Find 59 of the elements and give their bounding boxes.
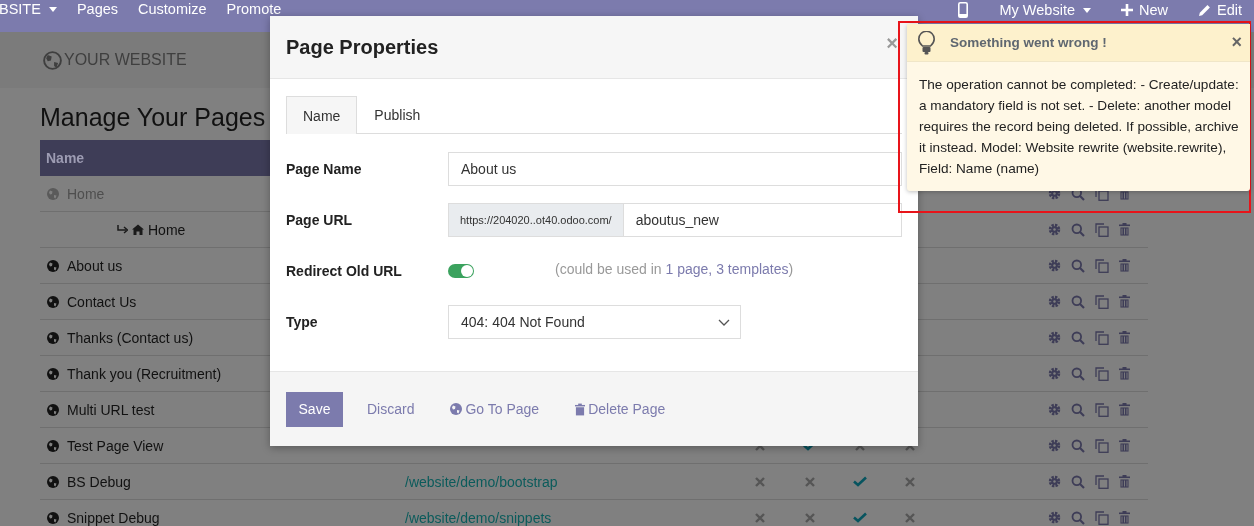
error-message: The operation cannot be completed: - Create/update: a mandatory field is not set. - Delete: another model requires the record being deleted. If possible, archive it instead. Model: Website rewrite (website.rewrite), Field: Name (name) bbox=[918, 76, 1240, 178]
field-label: Page Name bbox=[286, 161, 363, 177]
page-name[interactable]: Home bbox=[148, 221, 186, 238]
save-button[interactable]: Save bbox=[286, 391, 343, 427]
globe-icon bbox=[47, 331, 59, 344]
field-label: Redirect Old URL bbox=[286, 263, 403, 279]
pencil-icon bbox=[1198, 3, 1211, 17]
type-select[interactable]: 404: 404 Not Found bbox=[448, 305, 741, 339]
field-label: Page URL bbox=[286, 212, 354, 228]
toggle-switch[interactable] bbox=[448, 264, 474, 278]
house-icon bbox=[132, 224, 144, 235]
nav-menu-item[interactable]: Promote bbox=[226, 2, 282, 17]
usage-link[interactable]: 1 page, 3 templates bbox=[665, 261, 789, 277]
nav-menu-item[interactable]: Pages bbox=[76, 2, 119, 17]
url-prefix: https://204020..ot40.odoo.com/ bbox=[448, 203, 623, 237]
site-logo-text[interactable]: YOUR WEBSITE bbox=[64, 51, 187, 69]
globe-icon bbox=[450, 403, 463, 415]
globe-icon bbox=[47, 259, 59, 272]
trash-icon bbox=[575, 402, 586, 416]
go-to-page-button[interactable]: Go To Page bbox=[450, 401, 540, 417]
page-name[interactable]: Contact Us bbox=[67, 293, 137, 310]
nav-menu-item[interactable]: Customize bbox=[138, 2, 207, 17]
new-button[interactable]: New bbox=[1121, 2, 1168, 18]
plus-icon bbox=[1121, 4, 1133, 16]
globe-icon bbox=[47, 475, 59, 488]
page-name[interactable]: About us bbox=[67, 257, 123, 274]
globe-icon bbox=[43, 50, 62, 70]
mobile-icon[interactable] bbox=[957, 2, 968, 18]
edit-button[interactable]: Edit bbox=[1198, 2, 1242, 18]
column-header: Name bbox=[46, 150, 85, 166]
website-dropdown[interactable]: My Website bbox=[999, 2, 1091, 18]
delete-page-button[interactable]: Delete Page bbox=[575, 401, 666, 417]
lightbulb-icon bbox=[918, 30, 935, 55]
page-name[interactable]: BS Debug bbox=[67, 473, 131, 490]
close-button[interactable]: × bbox=[886, 31, 898, 55]
return-arrow-icon bbox=[117, 225, 128, 234]
field-label: Type bbox=[286, 314, 319, 330]
globe-icon bbox=[47, 295, 59, 308]
page-name[interactable]: Multi URL test bbox=[67, 401, 155, 418]
nav-menu-item[interactable]: BSITE bbox=[0, 2, 57, 17]
page-name-field[interactable]: About us bbox=[448, 152, 902, 186]
dialog-title: Page Properties bbox=[286, 35, 439, 59]
page-url-field[interactable]: aboutus_new bbox=[622, 203, 902, 237]
page-name[interactable]: Thanks (Contact us) bbox=[67, 329, 194, 346]
globe-icon bbox=[47, 439, 59, 452]
globe-icon bbox=[47, 187, 59, 200]
close-button[interactable]: × bbox=[1231, 32, 1242, 53]
discard-button[interactable]: Discard bbox=[367, 401, 415, 417]
tab[interactable]: Name bbox=[286, 96, 358, 134]
tab[interactable]: Publish bbox=[357, 96, 438, 133]
page-name[interactable]: Test Page View bbox=[67, 437, 164, 454]
globe-icon bbox=[47, 403, 59, 416]
page-heading: Manage Your Pages bbox=[40, 102, 266, 133]
page-name[interactable]: Thank you (Recruitment) bbox=[67, 365, 222, 382]
notification-title: Something went wrong ! bbox=[950, 35, 1108, 50]
globe-icon bbox=[47, 367, 59, 380]
usage-note: (could be used in 1 page, 3 templates) bbox=[555, 261, 794, 277]
page-name[interactable]: Snippet Debug bbox=[67, 509, 160, 526]
chevron-down-icon bbox=[718, 318, 730, 326]
